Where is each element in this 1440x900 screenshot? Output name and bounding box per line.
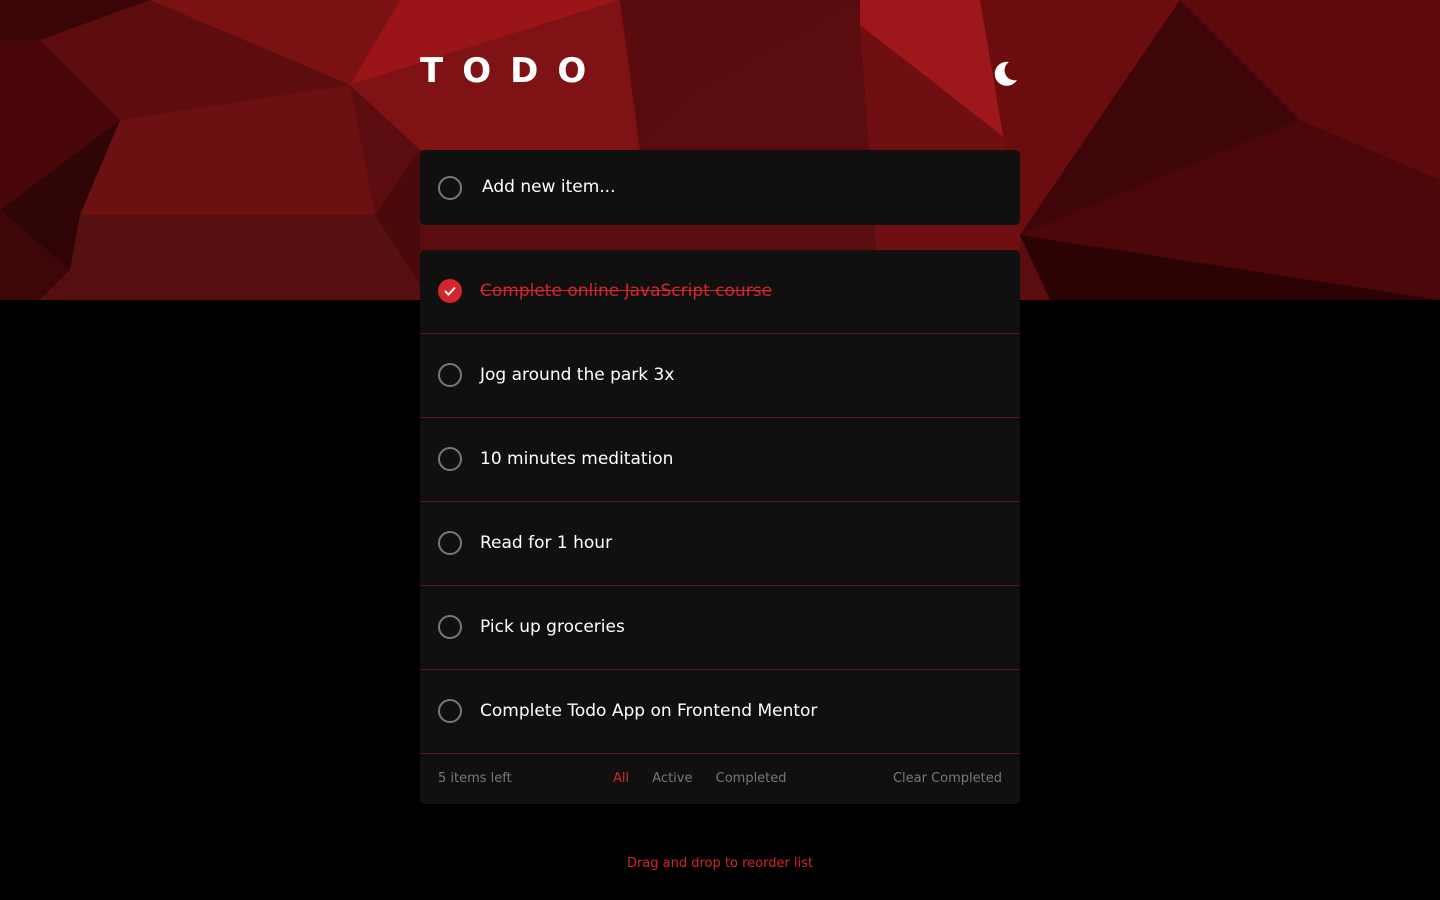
todo-list: Complete online JavaScript course Jog ar… [420,250,1020,804]
todo-item[interactable]: Read for 1 hour [420,502,1020,586]
clear-completed-button[interactable]: Clear Completed [893,771,1002,786]
todo-item[interactable]: Complete online JavaScript course [420,250,1020,334]
new-item-card [420,150,1020,225]
app-header: TODO [420,54,1020,94]
filter-active-button[interactable]: Active [652,771,692,786]
todo-item-text: Pick up groceries [480,617,625,637]
todo-item[interactable]: Complete Todo App on Frontend Mentor [420,670,1020,754]
drag-hint: Drag and drop to reorder list [626,856,814,871]
todo-item-text: Complete online JavaScript course [480,281,773,301]
new-item-input[interactable] [482,170,1002,204]
filter-group: All Active Completed [613,771,806,786]
todo-item-text: Read for 1 hour [480,533,613,553]
todo-item-text: Complete Todo App on Frontend Mentor [480,701,818,721]
unchecked-circle-icon[interactable] [438,699,462,723]
list-footer: 5 items left All Active Completed Clear … [420,754,1020,804]
items-left-count: 5 items left [438,771,512,786]
moon-icon [991,61,1019,91]
todo-item[interactable]: Jog around the park 3x [420,334,1020,418]
new-item-check-circle[interactable] [438,176,462,200]
theme-toggle-button[interactable] [990,60,1020,90]
unchecked-circle-icon[interactable] [438,363,462,387]
todo-item[interactable]: 10 minutes meditation [420,418,1020,502]
unchecked-circle-icon[interactable] [438,615,462,639]
filter-completed-button[interactable]: Completed [716,771,787,786]
todo-item[interactable]: Pick up groceries [420,586,1020,670]
unchecked-circle-icon[interactable] [438,531,462,555]
checked-icon[interactable] [438,279,462,303]
todo-item-text: 10 minutes meditation [480,449,674,469]
filter-all-button[interactable]: All [613,771,629,786]
unchecked-circle-icon[interactable] [438,447,462,471]
app-title: TODO [420,51,606,91]
todo-item-text: Jog around the park 3x [480,365,675,385]
